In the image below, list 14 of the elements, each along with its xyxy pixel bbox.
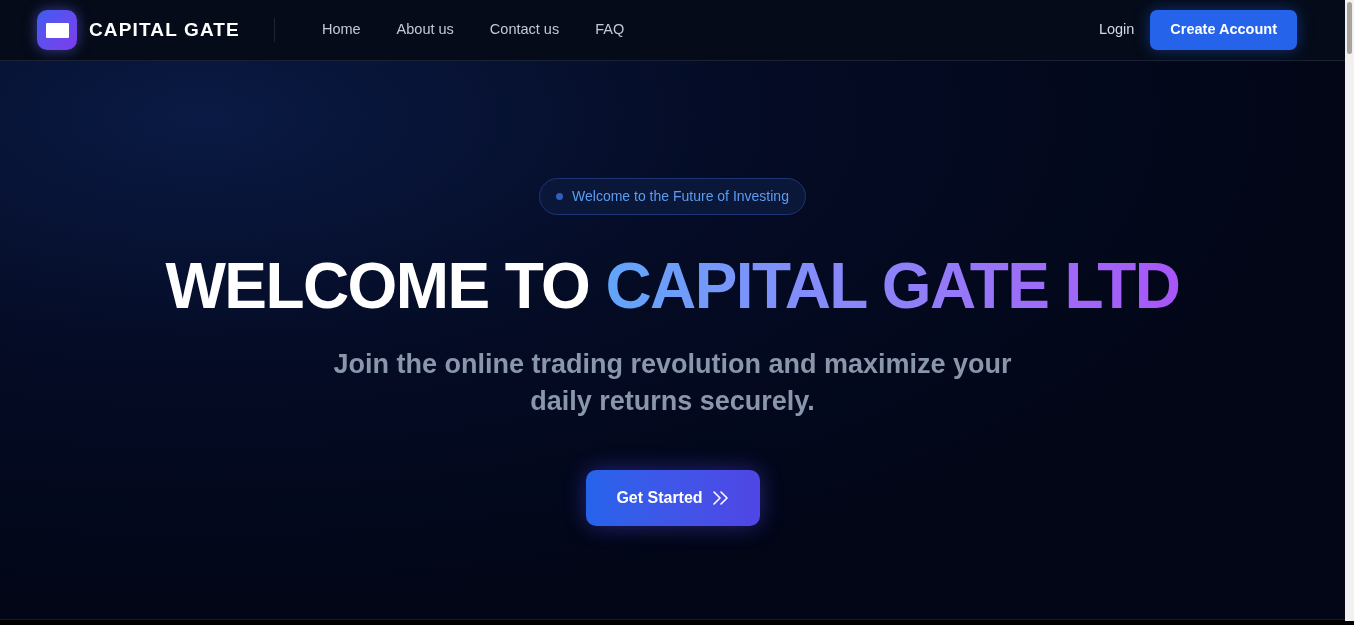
nav-link[interactable]: FAQ [595,19,625,41]
login-link[interactable]: Login [1098,19,1135,41]
hero-subtitle: Join the online trading revolution and maximize your daily returns securely. [332,348,1013,418]
double-chevron-right-icon [712,491,729,505]
nav-link[interactable]: Home [321,19,361,41]
nav-link[interactable]: Contact us [489,19,560,41]
logo-icon [37,10,77,50]
create-account-button[interactable]: Create Account [1150,10,1297,50]
scrollbar-thumb[interactable] [1347,2,1352,54]
badge-text: Welcome to the Future of Investing [572,187,789,206]
nav-link[interactable]: About us [396,19,454,41]
scrollbar[interactable] [1345,0,1354,621]
brand-name: CAPITAL GATE [89,17,240,42]
get-started-button[interactable]: Get Started [585,470,760,526]
